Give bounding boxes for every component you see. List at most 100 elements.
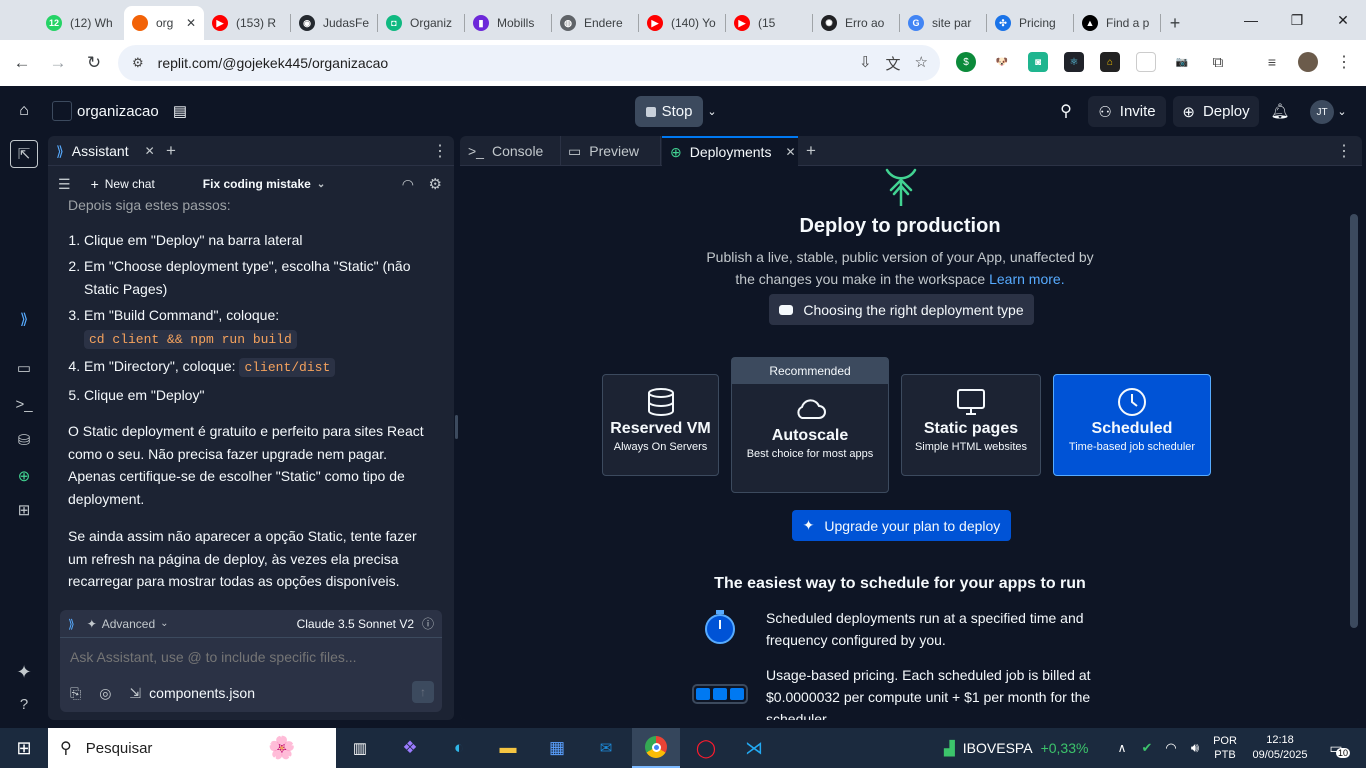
deploy-type-scheduled[interactable]: Scheduled Time-based job scheduler <box>1053 374 1211 476</box>
extension-blank-icon[interactable] <box>1136 52 1156 72</box>
user-menu-chevron-icon[interactable]: ⌄ <box>1336 101 1348 121</box>
browser-tab[interactable]: ▶ (15 <box>726 6 812 40</box>
upgrade-plan-button[interactable]: ✦ Upgrade your plan to deploy <box>792 510 1011 541</box>
tab-deployments[interactable]: ⊕ Deployments ✕ <box>662 136 798 166</box>
close-tab-icon[interactable]: ✕ <box>186 16 196 30</box>
chat-list-icon[interactable]: ☰ <box>58 176 71 193</box>
search-icon[interactable]: ⚲ <box>1056 101 1076 121</box>
notifications-bell-icon[interactable]: 🔔︎ <box>1270 101 1290 121</box>
bookmark-star-icon[interactable]: ☆ <box>915 53 928 74</box>
notification-center-icon[interactable]: ▭ 10 <box>1322 728 1351 768</box>
deploy-type-autoscale[interactable]: Recommended Autoscale Best choice for mo… <box>731 357 889 493</box>
new-tab-button[interactable]: + <box>1161 6 1189 40</box>
vscode-icon[interactable]: ⋊ <box>740 728 768 768</box>
microsoft-store-icon[interactable]: ▦ <box>543 728 571 768</box>
stock-widget[interactable]: ▟ IBOVESPA +0,33% <box>944 728 1104 768</box>
close-tab-icon[interactable]: ✕ <box>785 145 795 159</box>
close-window-icon[interactable]: ✕ <box>1320 0 1366 40</box>
advanced-mode-dropdown[interactable]: ✦ Advanced ⌄ <box>87 617 169 631</box>
copilot-icon[interactable]: ❖ <box>396 728 424 768</box>
add-tab-icon[interactable]: + <box>806 136 816 166</box>
back-icon[interactable]: ← <box>4 45 40 81</box>
file-explorer-icon[interactable]: ▬ <box>494 728 522 768</box>
deploy-type-reserved-vm[interactable]: Reserved VM Always On Servers <box>602 374 719 476</box>
windows-start-icon[interactable]: ⊞ <box>0 728 48 768</box>
address-bar[interactable]: ⚙ replit.com/@gojekek445/organizacao ⇩ 文… <box>118 45 940 81</box>
language-indicator[interactable]: POR PTB <box>1210 728 1240 768</box>
project-name[interactable]: organizacao <box>77 101 159 121</box>
attach-paperclip-icon[interactable]: ⎘ <box>70 685 81 702</box>
clock-widget[interactable]: 12:18 09/05/2025 <box>1248 728 1312 768</box>
scrollbar-thumb[interactable] <box>1350 214 1358 628</box>
learn-more-link[interactable]: Learn more. <box>989 271 1064 287</box>
file-tree-toggle-icon[interactable]: ⇱ <box>10 140 38 168</box>
database-rail-icon[interactable]: ⛁ <box>12 428 36 452</box>
extension-dollar-icon[interactable]: $ <box>956 52 976 72</box>
browser-tab[interactable]: ✺ Erro ao <box>813 6 899 40</box>
browser-tab[interactable]: ◉ JudasFe <box>291 6 377 40</box>
restore-icon[interactable]: ❐ <box>1274 0 1320 40</box>
deploy-button[interactable]: ⊕ Deploy <box>1173 96 1259 127</box>
tab-console[interactable]: >_ Console <box>468 136 543 166</box>
browser-tab[interactable]: ✣ Pricing <box>987 6 1073 40</box>
user-avatar[interactable]: JT <box>1310 100 1334 124</box>
send-arrow-icon[interactable]: ↑ <box>412 681 434 703</box>
profile-avatar[interactable] <box>1298 52 1318 72</box>
add-tab-icon[interactable]: + <box>166 136 176 166</box>
stop-button[interactable]: Stop <box>635 96 703 127</box>
camera-icon[interactable]: 📷 <box>1172 52 1192 72</box>
translate-icon[interactable]: 文 <box>886 53 901 74</box>
chrome-menu-icon[interactable]: ⋮ <box>1334 52 1354 72</box>
tray-overflow-chevron-icon[interactable]: ∧ <box>1114 728 1130 768</box>
usage-gauge-icon[interactable]: ◠ <box>402 176 414 193</box>
browser-tab[interactable]: ▶ (140) Yo <box>639 6 725 40</box>
browser-tab[interactable]: ◍ Endere <box>552 6 638 40</box>
deploy-type-static-pages[interactable]: Static pages Simple HTML websites <box>901 374 1041 476</box>
volume-icon[interactable]: 🔊︎ <box>1186 728 1204 768</box>
panel-resize-handle[interactable] <box>455 415 458 439</box>
project-info-icon[interactable]: ▤ <box>170 101 190 121</box>
minimize-icon[interactable]: — <box>1228 0 1274 40</box>
assistant-prompt-input[interactable] <box>60 640 442 674</box>
opera-icon[interactable]: ◯ <box>692 728 720 768</box>
info-icon[interactable]: ⓘ <box>422 615 434 632</box>
stop-chevron-down-icon[interactable]: ⌄ <box>704 101 720 121</box>
browser-tab[interactable]: Gsite par <box>900 6 986 40</box>
deployments-rail-icon[interactable]: ⊕ <box>12 464 36 488</box>
all-tools-grid-icon[interactable]: ⊞ <box>12 498 36 522</box>
media-controls-icon[interactable]: ≡ <box>1262 52 1282 72</box>
new-chat-button[interactable]: + New chat <box>91 176 155 192</box>
site-info-icon[interactable]: ⚙ <box>132 55 144 71</box>
task-view-icon[interactable]: ▥ <box>348 728 372 768</box>
home-icon[interactable]: ⌂ <box>14 101 34 121</box>
outlook-icon[interactable]: ✉ <box>592 728 620 768</box>
taskbar-search-box[interactable]: ⚲ Pesquisar 🌸 <box>48 728 336 768</box>
browser-tab[interactable]: ◘ Organiz <box>378 6 464 40</box>
console-rail-icon[interactable]: >_ <box>12 392 36 416</box>
install-app-icon[interactable]: ⇩ <box>859 53 872 74</box>
extension-dog-icon[interactable]: 🐶 <box>992 52 1012 72</box>
edge-icon[interactable]: ◐ <box>445 728 473 768</box>
close-tab-icon[interactable]: ✕ <box>145 144 155 158</box>
extensions-puzzle-icon[interactable]: ⧉ <box>1208 52 1228 72</box>
tab-assistant[interactable]: ⟫ Assistant ✕ <box>56 136 155 166</box>
whats-new-sparkle-icon[interactable]: ✦ <box>12 660 36 684</box>
extension-yellow-icon[interactable]: ⌂ <box>1100 52 1120 72</box>
react-devtools-icon[interactable]: ⚛ <box>1064 52 1084 72</box>
wifi-icon[interactable]: ◠ <box>1162 728 1180 768</box>
settings-gear-icon[interactable]: ⚙ <box>429 175 442 193</box>
reload-icon[interactable]: ↻ <box>76 45 112 81</box>
video-guide-button[interactable]: Choosing the right deployment type <box>769 294 1034 325</box>
browser-tab[interactable]: org ✕ <box>124 6 204 40</box>
model-selector[interactable]: Claude 3.5 Sonnet V2 <box>297 617 414 631</box>
panel-menu-icon[interactable]: ⋮ <box>432 136 448 166</box>
forward-icon[interactable]: → <box>40 45 76 81</box>
invite-button[interactable]: ⚇ Invite <box>1088 96 1166 127</box>
attached-file-chip[interactable]: ⇲ components.json <box>129 685 255 702</box>
sync-check-icon[interactable]: ✔ <box>1138 728 1156 768</box>
browser-tab[interactable]: ▮ Mobills <box>465 6 551 40</box>
chat-title-dropdown[interactable]: Fix coding mistake ⌄ <box>203 177 325 191</box>
help-icon[interactable]: ? <box>12 692 36 716</box>
tab-preview[interactable]: ▭ Preview <box>568 136 639 166</box>
extension-green-icon[interactable]: ◙ <box>1028 52 1048 72</box>
